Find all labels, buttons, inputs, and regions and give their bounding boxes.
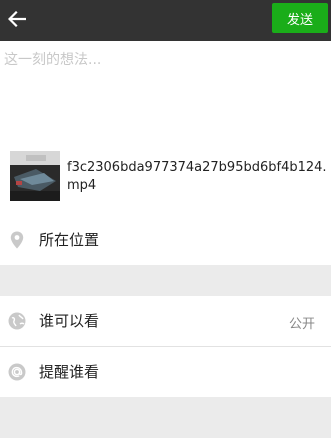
section-gap [0,265,331,296]
attachment-row: f3c2306bda977374a27b95bd6bf4b124.mp4 [0,141,331,213]
compose-area [0,41,331,141]
location-label: 所在位置 [39,231,100,249]
arrow-left-icon [8,11,26,27]
top-bar: 发送 [0,0,331,41]
video-file-name: f3c2306bda977374a27b95bd6bf4b124.mp4 [67,160,327,193]
visibility-label: 谁可以看 [39,312,100,330]
visibility-row[interactable]: 谁可以看 公开 [0,296,331,346]
location-row[interactable]: 所在位置 [0,215,331,265]
thought-input[interactable] [4,49,322,133]
bottom-gap [0,397,331,438]
mention-row[interactable]: 提醒谁看 [0,347,331,397]
video-thumbnail[interactable] [10,151,60,201]
at-sign-icon [8,362,26,382]
visibility-value: 公开 [288,317,315,332]
video-frame-image [10,151,60,201]
mention-label: 提醒谁看 [39,363,100,381]
location-pin-icon [8,230,26,250]
back-button[interactable] [0,0,34,38]
send-button[interactable]: 发送 [272,3,328,33]
globe-icon [8,311,26,331]
